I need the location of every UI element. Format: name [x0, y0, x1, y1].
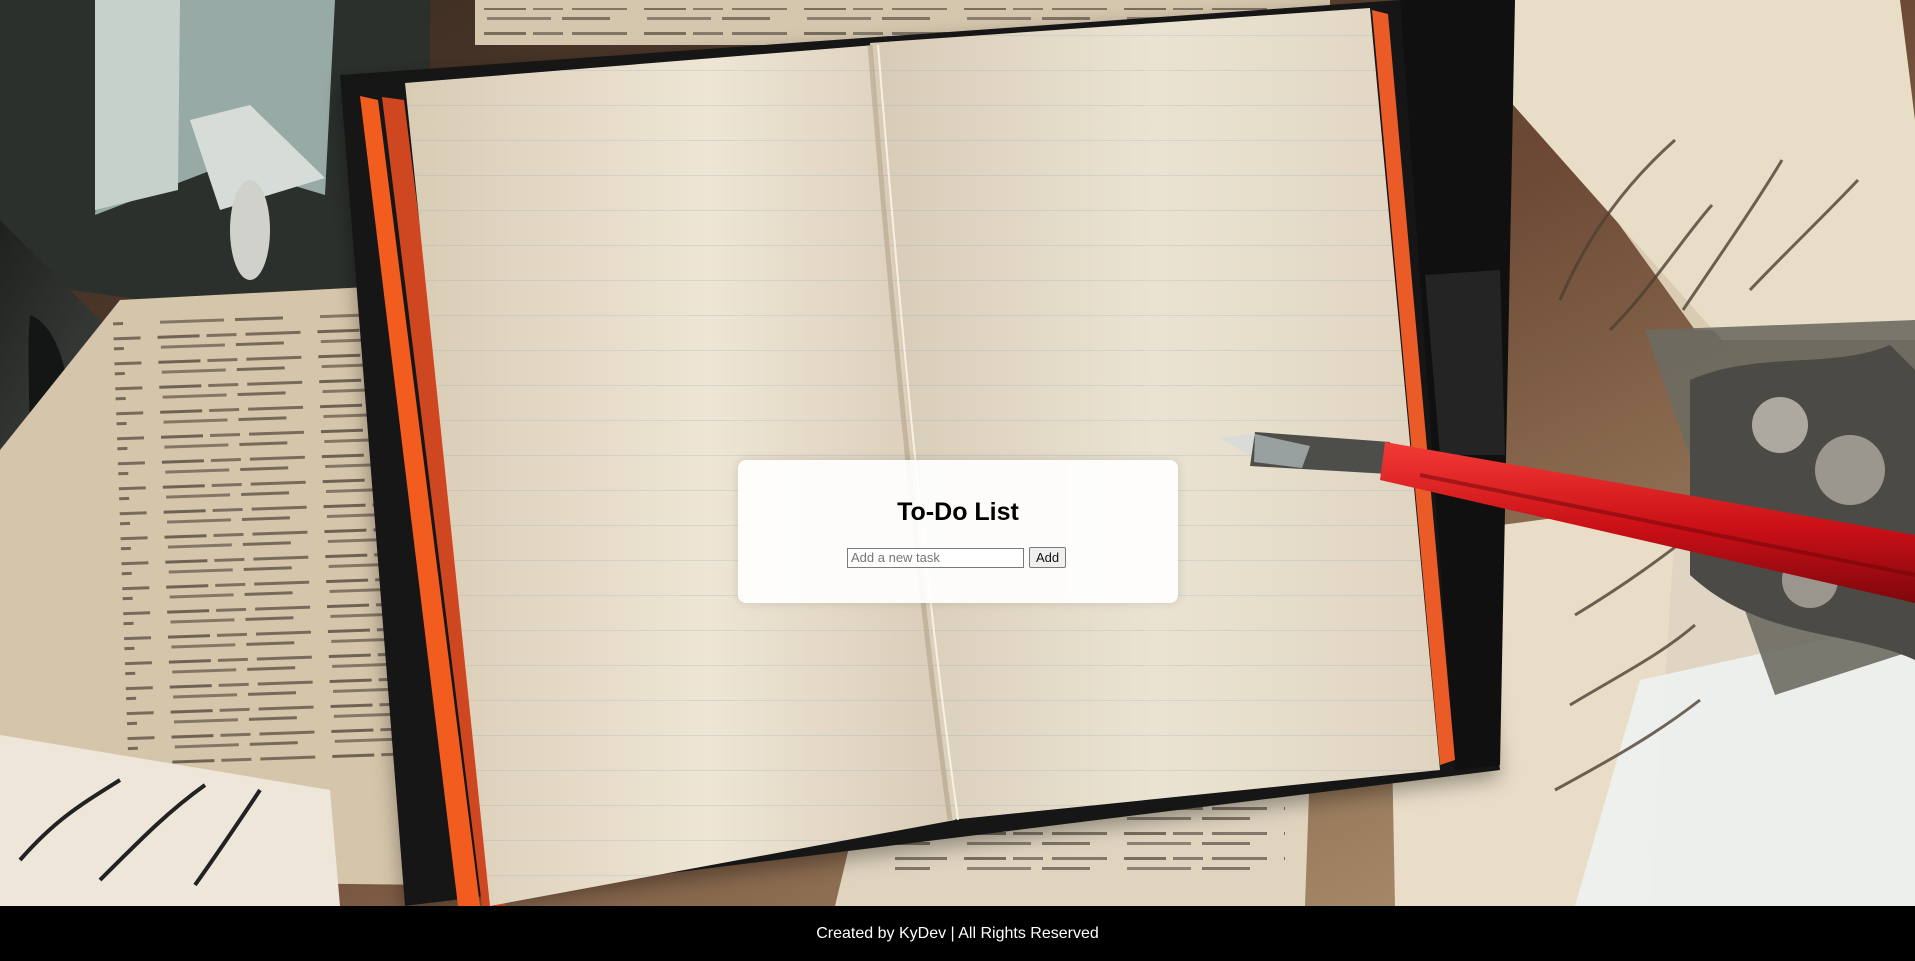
todo-card: To-Do List Add [738, 460, 1178, 603]
vintage-notebook-background-image [0, 0, 1915, 906]
todo-page: To-Do List Add Created by KyDev | All Ri… [0, 0, 1915, 961]
add-task-form: Add [847, 547, 1067, 568]
footer: Created by KyDev | All Rights Reserved [0, 906, 1915, 961]
footer-credit-text: Created by KyDev | All Rights Reserved [816, 924, 1099, 942]
vintage-notebook-background [0, 0, 1915, 906]
new-task-input[interactable] [847, 547, 1024, 568]
todo-title: To-Do List [897, 498, 1019, 526]
add-task-button[interactable]: Add [1029, 547, 1067, 568]
